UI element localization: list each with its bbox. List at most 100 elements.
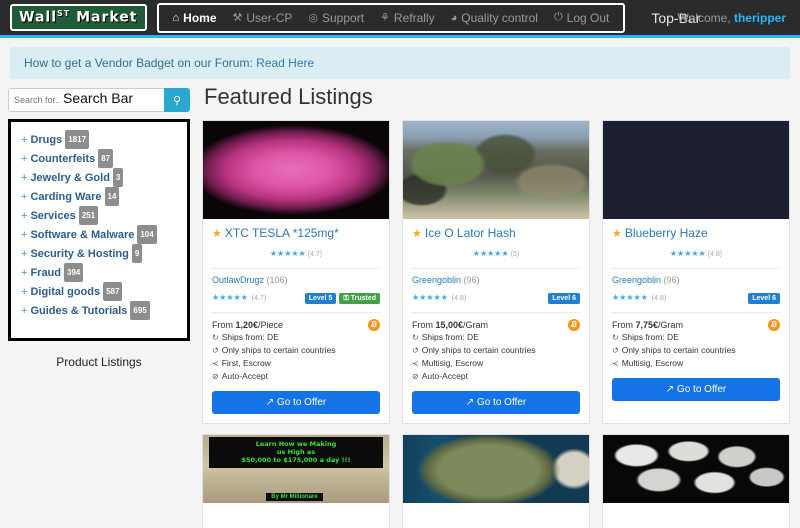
username-link[interactable]: theripper: [734, 11, 786, 25]
nav-item-log-out[interactable]: ⏻ Log Out: [546, 11, 617, 25]
price-unit: /Piece: [258, 320, 284, 330]
rating-value: (4.8): [707, 251, 723, 258]
shield-check-icon: ◕: [450, 11, 458, 24]
power-icon: ⏻: [553, 11, 563, 23]
category-count-badge: 1817: [65, 130, 90, 149]
nav-item-home[interactable]: ⌂ Home: [165, 11, 225, 25]
page-title: Featured Listings: [204, 84, 373, 109]
category-label: Software & Malware: [30, 229, 135, 241]
listing-card[interactable]: ★ Blueberry Haze ★★★★★ (4.8) Greengoblin (9…: [602, 120, 790, 424]
nav-item-refrally[interactable]: ⚘ Refrally: [372, 11, 443, 25]
star-rating-icons: ★★★★★: [472, 249, 509, 258]
promo-banner-line: $50,000 to $175,000 a day !!!: [241, 456, 351, 464]
category-list: + Drugs 1817 + Counterfeits 87 + Jewelry & Gold…: [8, 119, 190, 341]
category-item-security-hosting[interactable]: + Security & Hosting 9: [21, 244, 181, 263]
category-label: Services: [30, 210, 76, 222]
listing-meta-row: ↻ Ships from: DE: [612, 331, 780, 344]
bitcoin-icon: Ƀ: [768, 319, 780, 331]
vendor-name-link[interactable]: Greengoblin (96): [612, 275, 780, 285]
category-item-drugs[interactable]: + Drugs 1817: [21, 130, 181, 149]
category-item-carding-ware[interactable]: + Carding Ware 14: [21, 187, 181, 206]
go-to-offer-button[interactable]: ↗ Go to Offer: [412, 391, 580, 414]
go-to-offer-button[interactable]: ↗ Go to Offer: [212, 391, 380, 414]
expand-icon: +: [21, 305, 28, 317]
category-item-jewelry-gold[interactable]: + Jewelry & Gold 3: [21, 168, 181, 187]
blueberry-haze-bud-image[interactable]: [603, 121, 789, 219]
expand-icon: +: [21, 229, 28, 241]
vendor-level-badge: Level 5: [304, 293, 337, 304]
white-rocks-image[interactable]: [603, 435, 789, 503]
listing-meta-row: ↻ Ships from: DE: [212, 331, 380, 344]
listing-card[interactable]: Learn How we Making us High as $50,000 to …: [202, 434, 390, 528]
vendor-rating-row: ★★★★★ (4.7) Level 5 ⚿ Trusted: [212, 287, 380, 305]
auto-accept-icon: ⊘: [212, 372, 219, 381]
listing-meta-text: Auto-Accept: [221, 371, 269, 381]
welcome-prefix: Welcome,: [677, 10, 731, 25]
xtc-tesla-pink-pills-image[interactable]: [203, 121, 389, 219]
category-label: Drugs: [30, 134, 63, 146]
cannabis-bud-image[interactable]: [403, 435, 589, 503]
divider: [412, 268, 580, 269]
listing-card[interactable]: [402, 434, 590, 528]
lifebuoy-icon: ◎: [308, 12, 318, 24]
vendor-name-link[interactable]: Greengoblin (96): [412, 275, 580, 285]
listing-title[interactable]: ★ Blueberry Haze: [612, 226, 780, 240]
listing-title[interactable]: ★ Ice O Lator Hash: [412, 226, 580, 240]
ice-o-lator-hash-image[interactable]: [403, 121, 589, 219]
main-column: Featured Listings ★ XTC TESLA *125mg* ★★★…: [202, 84, 790, 528]
logo-text-wall: Wall: [19, 9, 57, 26]
listing-card[interactable]: ★ Ice O Lator Hash ★★★★★ (5) Greengoblin (9…: [402, 120, 590, 424]
escrow-icon: ≺: [212, 359, 219, 368]
vendor-sales-count: (96): [663, 275, 680, 285]
category-item-digital-goods[interactable]: + Digital goods 587: [21, 282, 181, 301]
category-item-fraud[interactable]: + Fraud 394: [21, 263, 181, 282]
read-here-link[interactable]: Read Here: [256, 56, 314, 70]
listing-meta-row: ≺ Multisig, Escrow: [612, 357, 780, 370]
ships-from-icon: ↻: [612, 333, 619, 342]
nav-item-label: Log Out: [566, 10, 610, 25]
search-icon: ⚲: [172, 94, 182, 107]
price-amount: 7,75€: [635, 320, 659, 330]
vendor-name-link[interactable]: OutlawDrugz (106): [212, 275, 380, 285]
listing-card[interactable]: ★ XTC TESLA *125mg* ★★★★★ (4.7) OutlawDrugz…: [202, 120, 390, 424]
product-listings-annotation: Product Listings: [56, 355, 142, 369]
money-banner-image[interactable]: Learn How we Making us High as $50,000 to …: [203, 435, 389, 503]
featured-star-icon: ★: [212, 228, 225, 240]
listing-title-text: Blueberry Haze: [624, 226, 708, 240]
listing-title[interactable]: ★ XTC TESLA *125mg*: [212, 226, 380, 240]
site-logo[interactable]: WallST Market: [10, 4, 147, 31]
listing-title-text: XTC TESLA *125mg*: [224, 226, 339, 240]
expand-icon: +: [21, 210, 28, 222]
nav-item-quality-control[interactable]: ◕ Quality control: [443, 11, 546, 25]
notice-text: How to get a Vendor Badget on our Forum:: [24, 56, 253, 70]
vendor-star-icons: ★★★★★: [412, 293, 448, 302]
price-amount: 1,20€: [235, 320, 259, 330]
category-item-software-malware[interactable]: + Software & Malware 104: [21, 225, 181, 244]
auto-accept-icon: ⊘: [412, 372, 419, 381]
listing-rating: ★★★★★ (4.8): [612, 243, 780, 261]
featured-star-icon: ★: [412, 228, 425, 240]
expand-icon: +: [21, 153, 28, 165]
tools-icon: ⚒: [232, 12, 243, 24]
featured-listings-grid: ★ XTC TESLA *125mg* ★★★★★ (4.7) OutlawDrugz…: [202, 120, 790, 424]
category-item-services[interactable]: + Services 251: [21, 206, 181, 225]
vendor-sales-count: (96): [463, 275, 480, 285]
vendor-rating-value: (4.7): [249, 295, 267, 302]
promo-banner-line: Learn How we Making: [255, 440, 337, 448]
bitcoin-icon: Ƀ: [568, 319, 580, 331]
trophy-icon: ⚘: [380, 12, 390, 24]
category-label: Digital goods: [30, 286, 101, 298]
nav-item-user-cp[interactable]: ⚒ User-CP: [225, 11, 301, 25]
expand-icon: +: [21, 286, 28, 298]
ships-from-icon: ↻: [412, 333, 419, 342]
category-count-badge: 695: [130, 301, 150, 320]
category-item-guides-tutorials[interactable]: + Guides & Tutorials 695: [21, 301, 181, 320]
listing-card[interactable]: [602, 434, 790, 528]
category-label: Jewelry & Gold: [30, 172, 110, 184]
search-button[interactable]: ⚲: [164, 88, 190, 112]
nav-item-support[interactable]: ◎ Support: [300, 11, 372, 25]
listing-meta-text: Multisig, Escrow: [421, 358, 484, 368]
search-input[interactable]: [8, 88, 164, 112]
category-item-counterfeits[interactable]: + Counterfeits 87: [21, 149, 181, 168]
go-to-offer-button[interactable]: ↗ Go to Offer: [612, 378, 780, 401]
